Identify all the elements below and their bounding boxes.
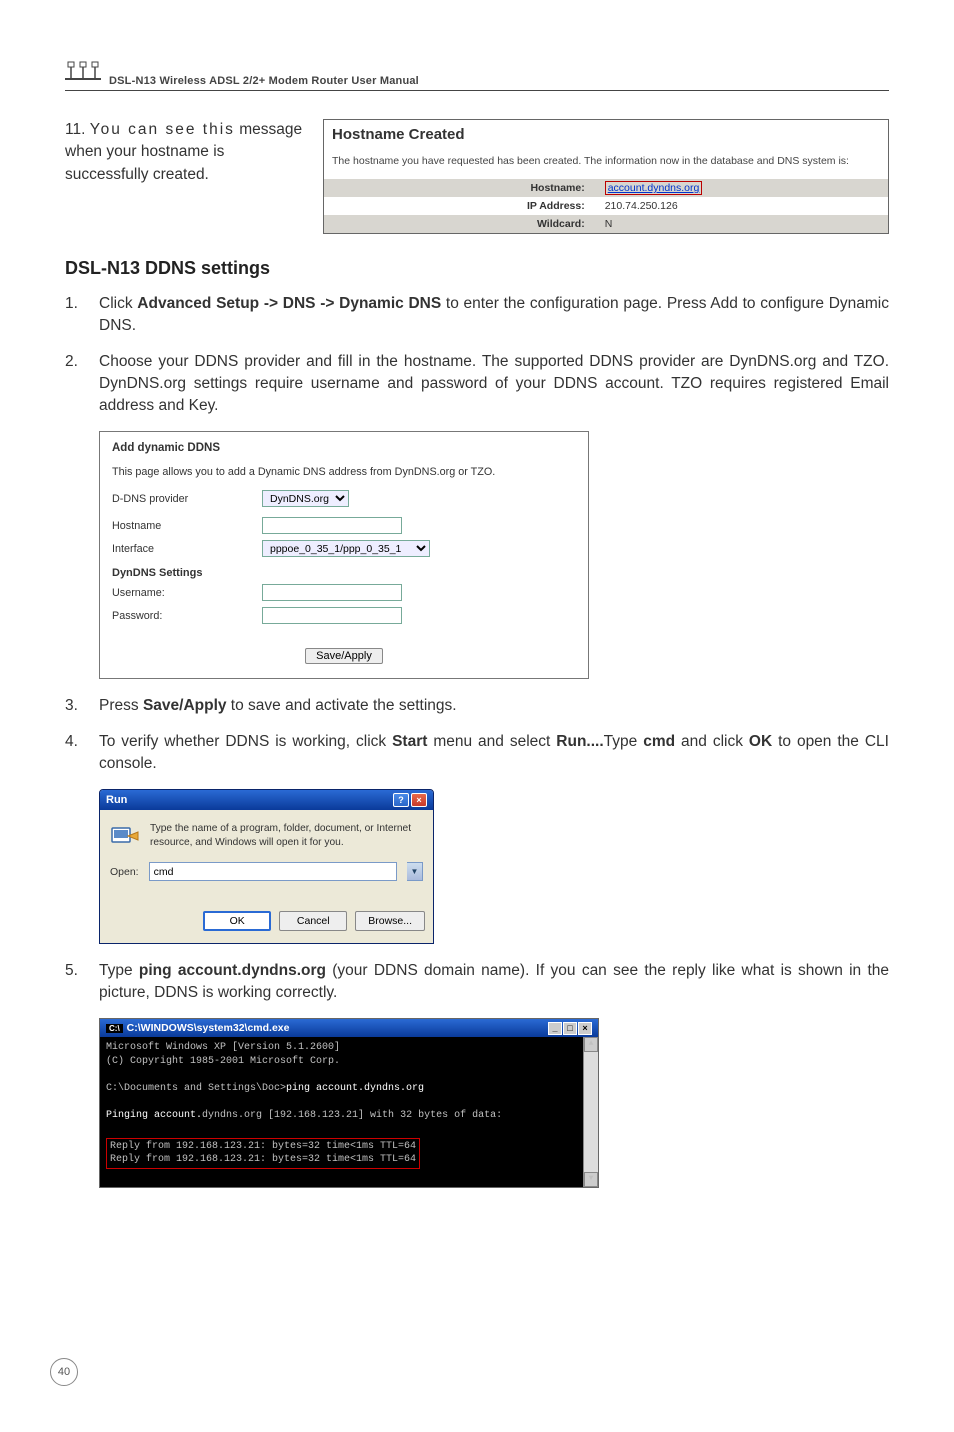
save-apply-button[interactable]: Save/Apply bbox=[305, 648, 383, 664]
hostname-created-box: Hostname Created The hostname you have r… bbox=[323, 119, 889, 234]
minimize-button[interactable]: _ bbox=[548, 1022, 562, 1035]
cmd-icon: C:\ bbox=[106, 1024, 123, 1033]
dropdown-icon[interactable]: ▼ bbox=[407, 862, 423, 881]
cmd-title-text: C:\WINDOWS\system32\cmd.exe bbox=[127, 1022, 290, 1034]
hostname-created-title: Hostname Created bbox=[324, 120, 888, 145]
scroll-up-icon[interactable]: ▲ bbox=[584, 1037, 598, 1052]
cmd-titlebar: C:\ C:\WINDOWS\system32\cmd.exe _ □ × bbox=[100, 1019, 598, 1037]
run-description: Type the name of a program, folder, docu… bbox=[150, 822, 423, 850]
scroll-down-icon[interactable]: ▼ bbox=[584, 1172, 598, 1187]
open-label: Open: bbox=[110, 866, 139, 878]
ddns-section-heading: DSL-N13 DDNS settings bbox=[65, 258, 889, 279]
cancel-button[interactable]: Cancel bbox=[279, 911, 347, 931]
step-3: 3. Press Save/Apply to save and activate… bbox=[65, 695, 889, 717]
ip-value: 210.74.250.126 bbox=[595, 197, 888, 215]
table-row: Wildcard: N bbox=[324, 215, 888, 233]
dyndns-settings-heading: DynDNS Settings bbox=[112, 567, 576, 579]
run-dialog: Run ? × Type the name of a program, fold… bbox=[99, 789, 434, 944]
hostname-link[interactable]: account.dyndns.org bbox=[605, 181, 703, 195]
interface-select[interactable]: pppoe_0_35_1/ppp_0_35_1 bbox=[262, 540, 430, 557]
step-11-text: 11. You can see this message when your h… bbox=[65, 119, 305, 186]
table-row: IP Address: 210.74.250.126 bbox=[324, 197, 888, 215]
header-bar: DSL-N13 Wireless ADSL 2/2+ Modem Router … bbox=[65, 60, 889, 91]
hostname-label: Hostname: bbox=[324, 179, 595, 197]
network-icon bbox=[65, 60, 101, 87]
add-ddns-title: Add dynamic DDNS bbox=[112, 442, 576, 454]
run-icon bbox=[110, 822, 140, 850]
interface-label: Interface bbox=[112, 543, 262, 555]
hostname-created-subtitle: The hostname you have requested has been… bbox=[324, 145, 888, 179]
username-label: Username: bbox=[112, 587, 262, 599]
ping-reply-highlight: Reply from 192.168.123.21: bytes=32 time… bbox=[106, 1138, 420, 1169]
open-input[interactable] bbox=[149, 862, 397, 881]
maximize-button[interactable]: □ bbox=[563, 1022, 577, 1035]
cmd-window: C:\ C:\WINDOWS\system32\cmd.exe _ □ × Mic… bbox=[99, 1018, 599, 1188]
add-ddns-form: Add dynamic DDNS This page allows you to… bbox=[99, 431, 589, 679]
run-titlebar: Run ? × bbox=[100, 790, 433, 810]
provider-label: D-DNS provider bbox=[112, 493, 262, 505]
run-title-text: Run bbox=[106, 794, 127, 806]
close-button[interactable]: × bbox=[578, 1022, 592, 1035]
wildcard-value: N bbox=[595, 215, 888, 233]
ok-button[interactable]: OK bbox=[203, 911, 271, 931]
help-button[interactable]: ? bbox=[393, 793, 409, 807]
wildcard-label: Wildcard: bbox=[324, 215, 595, 233]
username-input[interactable] bbox=[262, 584, 402, 601]
step-2: 2. Choose your DDNS provider and fill in… bbox=[65, 351, 889, 417]
password-label: Password: bbox=[112, 610, 262, 622]
step-4: 4. To verify whether DDNS is working, cl… bbox=[65, 731, 889, 775]
page-number: 40 bbox=[50, 1358, 78, 1386]
hostname-info-table: Hostname: account.dyndns.org IP Address:… bbox=[324, 179, 888, 233]
step-1: 1. Click Advanced Setup -> DNS -> Dynami… bbox=[65, 293, 889, 337]
scrollbar[interactable]: ▲ ▼ bbox=[583, 1037, 598, 1187]
hostname-input[interactable] bbox=[262, 517, 402, 534]
manual-title: DSL-N13 Wireless ADSL 2/2+ Modem Router … bbox=[109, 75, 419, 87]
add-ddns-desc: This page allows you to add a Dynamic DN… bbox=[112, 466, 576, 478]
table-row: Hostname: account.dyndns.org bbox=[324, 179, 888, 197]
close-button[interactable]: × bbox=[411, 793, 427, 807]
password-input[interactable] bbox=[262, 607, 402, 624]
step-5: 5. Type ping account.dyndns.org (your DD… bbox=[65, 960, 889, 1004]
cmd-output: Microsoft Windows XP [Version 5.1.2600] … bbox=[100, 1037, 598, 1187]
hostname-field-label: Hostname bbox=[112, 520, 262, 532]
provider-select[interactable]: DynDNS.org bbox=[262, 490, 349, 507]
browse-button[interactable]: Browse... bbox=[355, 911, 425, 931]
ip-label: IP Address: bbox=[324, 197, 595, 215]
